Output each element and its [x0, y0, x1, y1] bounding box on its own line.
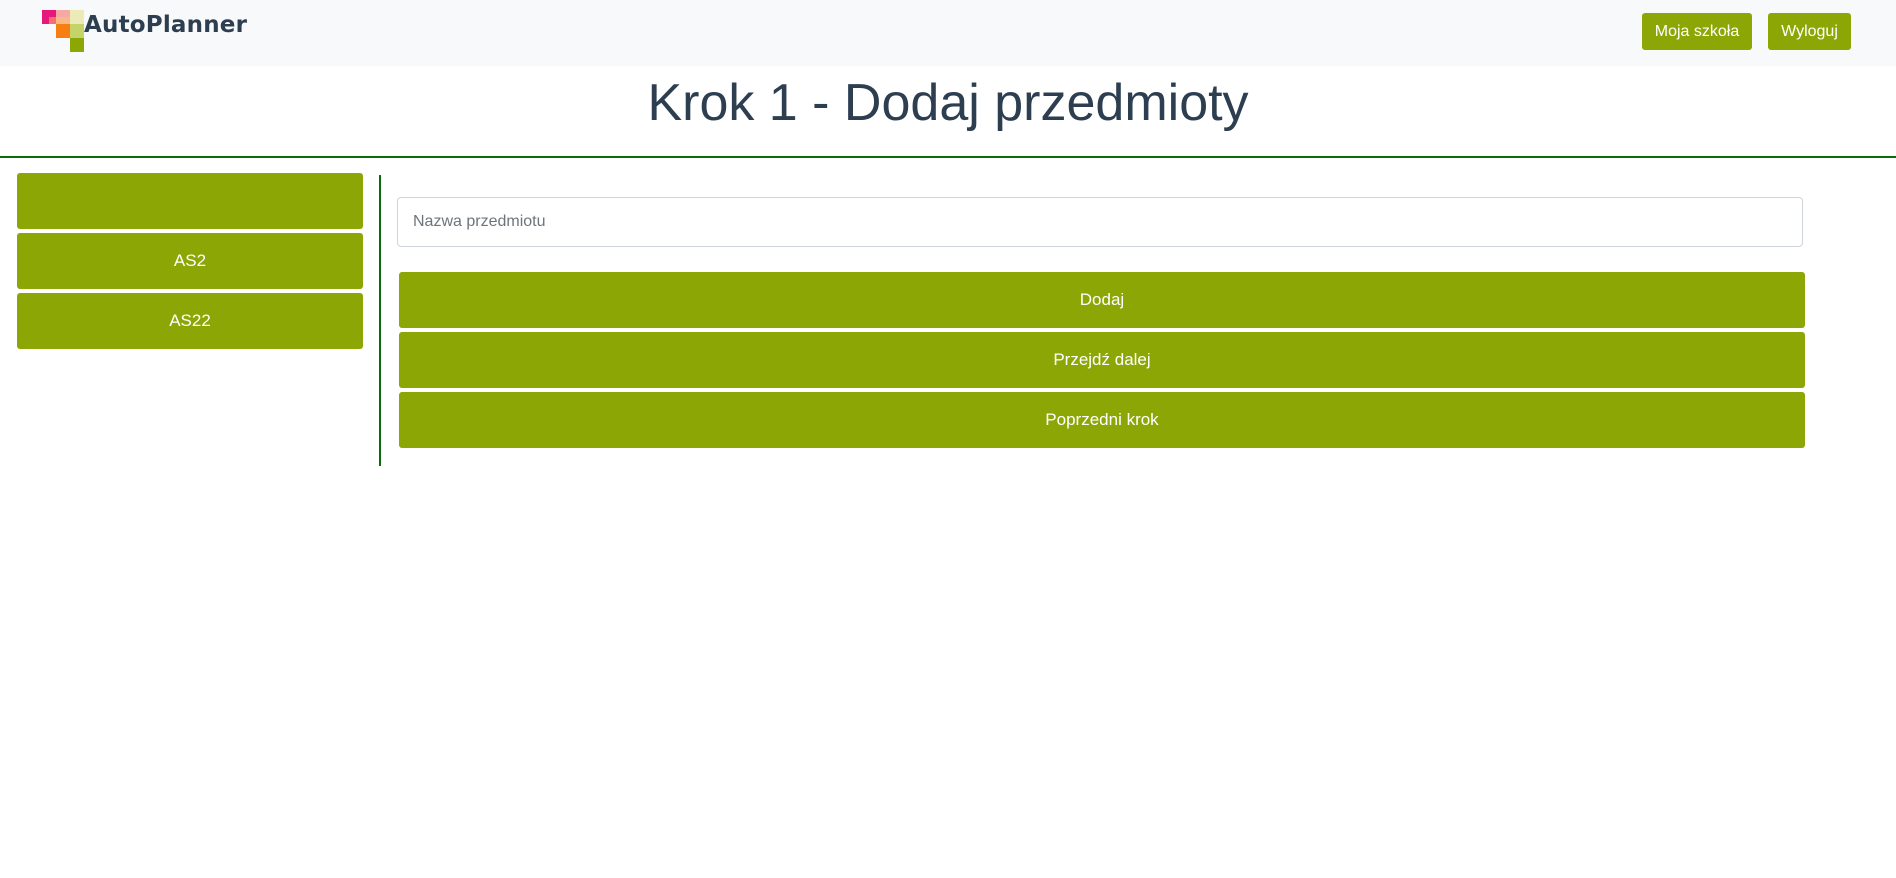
subject-name-input[interactable] [397, 197, 1803, 247]
add-button[interactable]: Dodaj [399, 272, 1805, 328]
logout-button[interactable]: Wyloguj [1768, 13, 1851, 50]
page-title: Krok 1 - Dodaj przedmioty [647, 74, 1249, 132]
next-step-button[interactable]: Przejdź dalej [399, 332, 1805, 388]
previous-step-button[interactable]: Poprzedni krok [399, 392, 1805, 448]
vertical-divider [379, 175, 381, 466]
brand-logo[interactable]: AutoPlanner [42, 10, 247, 52]
my-school-button[interactable]: Moja szkoła [1642, 13, 1752, 50]
subject-item[interactable]: AS2 [17, 233, 363, 289]
top-navbar: AutoPlanner Moja szkoła Wyloguj [0, 0, 1896, 66]
brand-name: AutoPlanner [84, 12, 248, 38]
subject-item[interactable] [17, 173, 363, 229]
subject-item[interactable]: AS22 [17, 293, 363, 349]
autoplanner-logo-icon [42, 10, 84, 52]
title-divider [0, 156, 1896, 158]
